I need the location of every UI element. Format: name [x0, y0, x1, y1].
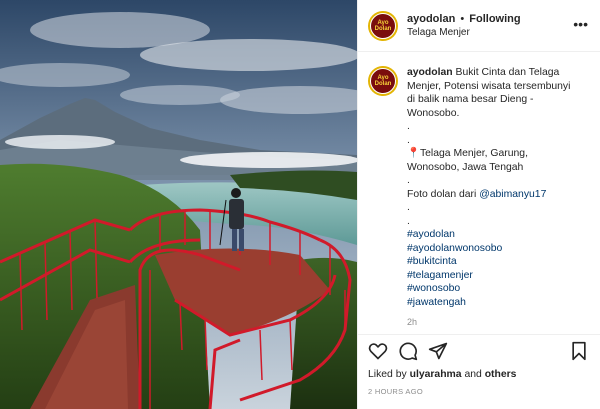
likes-summary: Liked by ulyarahma and others [368, 369, 516, 380]
hashtag-link[interactable]: #ayodolan [407, 228, 587, 242]
round-pushpin-icon: 📍 [407, 148, 420, 159]
caption-username-link[interactable]: ayodolan [407, 67, 453, 78]
caption-line-text: Foto dolan dari [407, 188, 480, 200]
caption-text: ayodolan Bukit Cinta dan Telaga Menjer, … [407, 66, 587, 309]
hashtag-link[interactable]: #jawatengah [407, 296, 587, 310]
post-photo[interactable] [0, 0, 357, 409]
caption-line: Wonosobo. [407, 107, 460, 119]
likes-others-link[interactable]: others [485, 369, 517, 380]
share-icon[interactable] [428, 341, 450, 363]
caption-line-text: Telaga Menjer, Garung, [419, 148, 528, 159]
mention-link[interactable]: @abimanyu17 [479, 189, 546, 200]
location-link[interactable]: Telaga Menjer [407, 26, 521, 40]
hashtag-link[interactable]: #wonosobo [407, 282, 587, 296]
ayodolan-logo: Ayo Dolan [370, 68, 396, 94]
comment-icon[interactable] [398, 341, 420, 363]
more-options-icon[interactable]: ••• [573, 16, 588, 32]
header-text: ayodolan • Following Telaga Menjer [407, 12, 521, 40]
post-side-panel: Ayo Dolan ayodolan • Following Telaga Me… [357, 0, 600, 409]
caption-row: Ayo Dolan ayodolan Bukit Cinta dan Telag… [368, 66, 590, 309]
author-username-link[interactable]: ayodolan [407, 13, 455, 25]
ayodolan-logo: Ayo Dolan [370, 12, 396, 39]
hashtag-link[interactable]: #ayodolanwonosobo [407, 242, 587, 256]
comments-area: Ayo Dolan ayodolan Bukit Cinta dan Telag… [358, 52, 600, 334]
caption-line: . [407, 175, 410, 186]
header-user-line: ayodolan • Following [407, 12, 521, 26]
post-header: Ayo Dolan ayodolan • Following Telaga Me… [358, 0, 600, 52]
following-button[interactable]: Following [469, 13, 520, 25]
post-timestamp[interactable]: 2 HOURS AGO [368, 387, 423, 396]
caption-line-text: Bukit Cinta dan Telaga [455, 67, 560, 78]
caption-line: Wonosobo, Jawa Tengah [407, 161, 524, 173]
likes-prefix: Liked by [368, 369, 410, 380]
photo-lake-heart-viewpoint [0, 0, 357, 409]
caption-line: . [407, 121, 410, 132]
likes-middle: and [461, 369, 485, 380]
caption-line: . [407, 134, 410, 146]
caption-line: ayodolan Bukit Cinta dan Telaga [407, 66, 587, 80]
caption-line: 📍Telaga Menjer, Garung, [407, 147, 587, 161]
caption-line: Foto dolan dari @abimanyu17 [407, 188, 587, 202]
hashtag-link[interactable]: #telagamenjer [407, 269, 587, 283]
action-bar [358, 334, 600, 368]
heart-icon[interactable] [368, 341, 390, 363]
author-avatar[interactable]: Ayo Dolan [368, 10, 398, 41]
caption-line: di balik nama besar Dieng - [407, 94, 534, 105]
liked-by-user-link[interactable]: ulyarahma [410, 369, 462, 380]
caption-line: . [407, 202, 410, 213]
caption-relative-time: 2h [407, 317, 418, 327]
caption-line: . [407, 215, 410, 227]
bookmark-icon[interactable] [569, 341, 591, 363]
hashtag-link[interactable]: #bukitcinta [407, 255, 587, 269]
caption-avatar[interactable]: Ayo Dolan [368, 66, 398, 96]
separator-dot: • [460, 12, 465, 25]
caption-line: Menjer, Potensi wisata tersembunyi [407, 80, 571, 92]
